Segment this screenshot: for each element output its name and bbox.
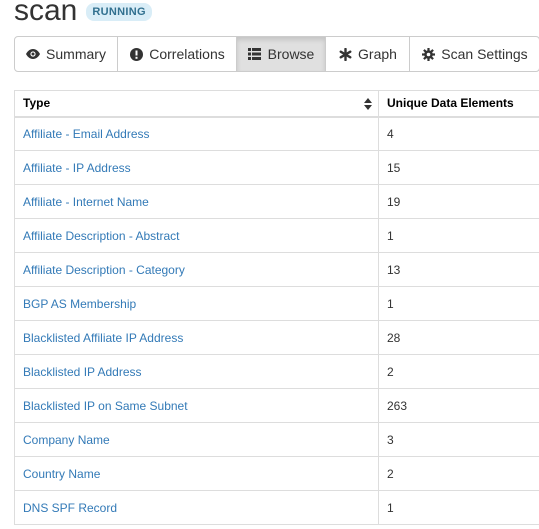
tab-browse-label: Browse (267, 46, 315, 62)
table-row: Company Name 3 (14, 422, 539, 457)
exclamation-circle-icon (129, 47, 143, 61)
data-type-link[interactable]: Affiliate - Internet Name (23, 195, 149, 209)
table-row: BGP AS Membership 1 (14, 286, 539, 321)
unique-count: 1 (378, 218, 539, 253)
data-type-link[interactable]: BGP AS Membership (23, 297, 136, 311)
status-badge: RUNNING (86, 3, 152, 21)
browse-table-container: Type Unique Data Elements Affiliate - Em… (14, 90, 539, 525)
table-header-row: Type Unique Data Elements (14, 90, 539, 118)
table-row: Affiliate Description - Category 13 (14, 252, 539, 287)
sort-icon[interactable] (364, 98, 372, 110)
unique-count: 3 (378, 422, 539, 457)
unique-count: 1 (378, 490, 539, 525)
table-row: Country Name 2 (14, 456, 539, 491)
tab-summary[interactable]: Summary (15, 37, 118, 71)
gear-icon (421, 47, 435, 61)
data-types-table: Type Unique Data Elements Affiliate - Em… (14, 90, 539, 525)
tab-summary-label: Summary (46, 46, 106, 62)
unique-count: 13 (378, 252, 539, 287)
table-row: Blacklisted Affiliate IP Address 28 (14, 320, 539, 355)
data-type-link[interactable]: DNS SPF Record (23, 501, 117, 515)
data-type-link[interactable]: Company Name (23, 433, 110, 447)
tab-browse[interactable]: Browse (237, 37, 326, 71)
column-header-type[interactable]: Type (14, 90, 379, 118)
list-icon (248, 47, 262, 61)
unique-count: 2 (378, 354, 539, 389)
unique-count: 15 (378, 150, 539, 185)
table-row: Affiliate - Internet Name 19 (14, 184, 539, 219)
column-header-unique-elements-label: Unique Data Elements (387, 96, 514, 111)
tab-graph[interactable]: Graph (326, 37, 410, 71)
table-row: Blacklisted IP on Same Subnet 263 (14, 388, 539, 423)
unique-count: 4 (378, 116, 539, 151)
data-type-link[interactable]: Affiliate - IP Address (23, 161, 131, 175)
table-row: Affiliate - Email Address 4 (14, 116, 539, 151)
data-type-link[interactable]: Affiliate - Email Address (23, 127, 150, 141)
page-title: scan (14, 0, 78, 27)
data-type-link[interactable]: Country Name (23, 467, 100, 481)
unique-count: 2 (378, 456, 539, 491)
data-type-link[interactable]: Blacklisted IP on Same Subnet (23, 399, 188, 413)
table-row: DNS SPF Record 1 (14, 490, 539, 525)
data-type-link[interactable]: Affiliate Description - Category (23, 263, 185, 277)
table-row: Affiliate - IP Address 15 (14, 150, 539, 185)
column-header-unique-elements[interactable]: Unique Data Elements (378, 90, 539, 118)
scan-header: scan RUNNING (14, 0, 152, 31)
tab-scan-settings[interactable]: Scan Settings (410, 37, 539, 71)
eye-icon (26, 47, 41, 61)
scan-tabs: Summary Correlations Browse Graph Scan S… (14, 36, 539, 72)
table-row: Affiliate Description - Abstract 1 (14, 218, 539, 253)
data-type-link[interactable]: Blacklisted Affiliate IP Address (23, 331, 183, 345)
unique-count: 28 (378, 320, 539, 355)
unique-count: 1 (378, 286, 539, 321)
column-header-type-label: Type (23, 96, 51, 111)
tab-scan-settings-label: Scan Settings (441, 46, 528, 62)
table-row: Blacklisted IP Address 2 (14, 354, 539, 389)
browse-page: scan RUNNING Summary Correlations Browse… (0, 0, 539, 529)
asterisk-icon (338, 47, 352, 61)
tab-graph-label: Graph (358, 46, 397, 62)
tab-correlations[interactable]: Correlations (118, 37, 237, 71)
unique-count: 19 (378, 184, 539, 219)
data-type-link[interactable]: Blacklisted IP Address (23, 365, 142, 379)
data-type-link[interactable]: Affiliate Description - Abstract (23, 229, 180, 243)
tab-correlations-label: Correlations (149, 46, 225, 62)
unique-count: 263 (378, 388, 539, 423)
